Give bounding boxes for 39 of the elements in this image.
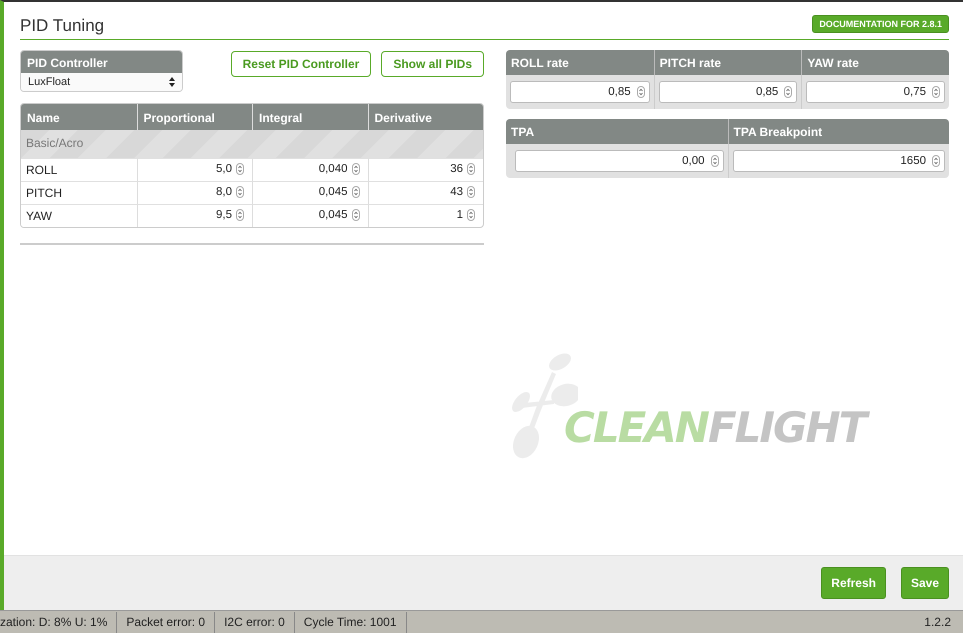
spinner-icon	[352, 209, 360, 221]
spinner-icon	[467, 209, 475, 221]
spinner-icon	[352, 163, 360, 175]
spinner-icon	[467, 186, 475, 198]
spinner-icon	[467, 163, 475, 175]
show-pids-button[interactable]: Show all PIDs	[381, 51, 484, 77]
page-title: PID Tuning	[20, 16, 104, 37]
column-header: TPA Breakpoint	[728, 119, 949, 144]
column-header: TPA	[506, 119, 728, 144]
status-item: Packet error: 0	[117, 612, 216, 632]
column-header: ROLL rate	[506, 50, 654, 75]
logo-text: CLEAN	[564, 403, 708, 452]
spinner-icon	[352, 186, 360, 198]
panel-header: PID Controller	[21, 51, 182, 73]
group-row: Basic/Acro	[21, 130, 483, 158]
number-field[interactable]: 0,85	[658, 81, 798, 103]
column-header: YAW rate	[801, 50, 949, 75]
status-item: zation: D: 8% U: 1%	[0, 612, 118, 632]
spinner-icon	[710, 155, 718, 167]
select-arrows-icon	[168, 77, 175, 87]
axis-name: YAW	[21, 204, 136, 227]
spinner-icon	[236, 209, 244, 221]
column-header: Name	[26, 110, 61, 127]
version-label: 1.2.2	[924, 615, 952, 629]
spinner-icon	[236, 186, 244, 198]
column-header: PITCH rate	[654, 50, 802, 75]
number-field[interactable]: 0,00	[515, 150, 724, 172]
spinner-icon	[784, 86, 792, 98]
spinner-icon	[932, 86, 940, 98]
number-field[interactable]: 0,85	[510, 81, 650, 103]
reset-button[interactable]: Reset PID Controller	[230, 51, 372, 77]
number-field[interactable]: 1650	[732, 150, 945, 172]
spinner-icon	[932, 155, 940, 167]
number-field[interactable]: 0,75	[806, 81, 945, 103]
spinner-icon	[236, 163, 244, 175]
status-item: Cycle Time: 1001	[294, 612, 406, 632]
spinner-icon	[636, 86, 645, 98]
status-item: I2C error: 0	[215, 612, 295, 632]
controller-select[interactable]: LuxFloat	[21, 73, 182, 91]
